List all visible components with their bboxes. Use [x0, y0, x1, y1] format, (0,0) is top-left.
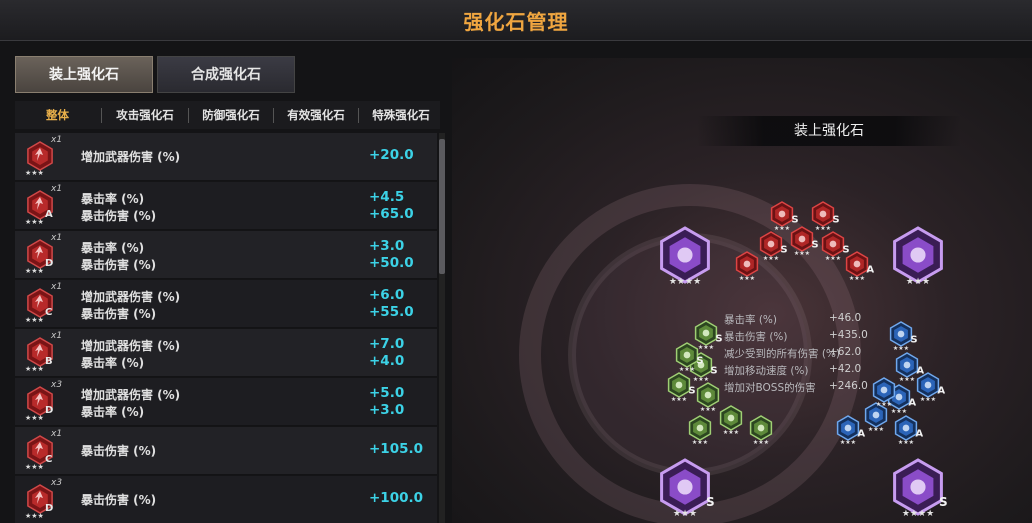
stat-value: +3.0: [369, 402, 405, 418]
stone-grade: A: [45, 209, 53, 220]
stone-quantity: x1: [51, 184, 63, 194]
stat-value: +5.0: [369, 385, 405, 401]
stone-row[interactable]: x1 D ★★★ 暴击率 (%) +3.0 暴击伤害 (%) +50.0: [15, 231, 437, 279]
summary-stat-name: 暴击率 (%): [724, 314, 778, 326]
stone-quantity: x1: [51, 429, 63, 439]
stat-name: 暴击伤害 (%): [81, 493, 157, 507]
summary-stat-value: +42.0: [829, 363, 862, 375]
subtab-attack[interactable]: 攻击强化石: [103, 101, 187, 129]
stat-name: 暴击伤害 (%): [81, 307, 157, 321]
stone-stars: ★★★: [25, 316, 44, 324]
stat-name: 暴击伤害 (%): [81, 258, 157, 272]
stone-list: x1 ★★★ 增加武器伤害 (%) +20.0 x1 A ★★★ 暴击率 (%) +4.5 暴击伤…: [15, 133, 437, 523]
stone-stars: ★★★: [25, 463, 44, 471]
stone-grade: C: [45, 454, 53, 465]
stone-quantity: x1: [51, 282, 63, 292]
stat-value: +20.0: [369, 147, 414, 163]
stat-value: +4.0: [369, 353, 405, 369]
stone-stars: ★★★: [25, 169, 44, 177]
title-bar: 强化石管理: [0, 0, 1032, 41]
stone-row[interactable]: x1 ★★★ 增加武器伤害 (%) +20.0: [15, 133, 437, 181]
stat-value: +100.0: [369, 490, 424, 506]
stone-row[interactable]: x3 D ★★★ 增加武器伤害 (%) +5.0 暴击率 (%) +3.0: [15, 378, 437, 426]
stone-quantity: x1: [51, 331, 63, 341]
stat-value: +50.0: [369, 255, 414, 271]
stone-stars: ★★★: [25, 267, 44, 275]
subtab-all[interactable]: 整体: [15, 101, 100, 129]
stat-name: 增加武器伤害 (%): [81, 339, 181, 353]
stone-quantity: x1: [51, 135, 63, 145]
stone-quantity: x3: [51, 380, 63, 390]
summary-stat-value: +46.0: [829, 312, 862, 324]
stone-row[interactable]: x1 C ★★★ 增加武器伤害 (%) +6.0 暴击伤害 (%) +55.0: [15, 280, 437, 328]
window-title: 强化石管理: [463, 10, 569, 34]
summary-stat-value: +246.0: [829, 380, 868, 392]
stone-grade: C: [45, 307, 53, 318]
stone-row[interactable]: x1 B ★★★ 增加武器伤害 (%) +7.0 暴击率 (%) +4.0: [15, 329, 437, 377]
stat-name: 暴击率 (%): [81, 356, 145, 370]
stat-name: 增加武器伤害 (%): [81, 150, 181, 164]
subtab-defense[interactable]: 防御强化石: [189, 101, 273, 129]
stone-row[interactable]: x1 A ★★★ 暴击率 (%) +4.5 暴击伤害 (%) +65.0: [15, 182, 437, 230]
tab-combine-stones[interactable]: 合成强化石: [157, 56, 295, 93]
stat-value: +6.0: [369, 287, 405, 303]
stone-grade: D: [45, 405, 54, 416]
stone-row[interactable]: x1 C ★★★ 暴击伤害 (%) +105.0: [15, 427, 437, 475]
stat-value: +65.0: [369, 206, 414, 222]
stone-stars: ★★★: [25, 414, 44, 422]
stat-name: 暴击率 (%): [81, 241, 145, 255]
stone-stars: ★★★: [25, 365, 44, 373]
tab-equip-stones[interactable]: 装上强化石: [15, 56, 153, 93]
stat-name: 暴击率 (%): [81, 192, 145, 206]
stone-stars: ★★★: [25, 218, 44, 226]
stat-value: +105.0: [369, 441, 424, 457]
stone-row[interactable]: x3 D ★★★ 暴击伤害 (%) +100.0: [15, 476, 437, 523]
stone-grade: D: [45, 258, 54, 269]
stone-grade: B: [45, 356, 53, 367]
stat-name: 增加武器伤害 (%): [81, 290, 181, 304]
subtab-special[interactable]: 特殊强化石: [359, 101, 443, 129]
stat-name: 暴击率 (%): [81, 405, 145, 419]
panel-title: 装上强化石: [697, 116, 961, 146]
summary-stat-name: 减少受到的所有伤害 (%): [724, 348, 841, 360]
subtab-utility[interactable]: 有效强化石: [274, 101, 358, 129]
summary-stat-value: +62.0: [829, 346, 862, 358]
list-scrollbar[interactable]: [439, 133, 445, 523]
stat-value: +3.0: [369, 238, 405, 254]
category-subtabs: 整体 攻击强化石 防御强化石 有效强化石 特殊强化石: [15, 101, 440, 129]
stat-name: 暴击伤害 (%): [81, 444, 157, 458]
scrollbar-thumb[interactable]: [439, 139, 445, 274]
summary-stat-name: 增加对BOSS的伤害: [724, 382, 816, 394]
stat-name: 增加武器伤害 (%): [81, 388, 181, 402]
summary-stat-name: 增加移动速度 (%): [724, 365, 809, 377]
stone-quantity: x3: [51, 478, 63, 488]
stat-name: 暴击伤害 (%): [81, 209, 157, 223]
stone-stars: ★★★: [25, 512, 44, 520]
stat-value: +7.0: [369, 336, 405, 352]
summary-stat-value: +435.0: [829, 329, 868, 341]
stone-quantity: x1: [51, 233, 63, 243]
stone-grade: D: [45, 503, 54, 514]
stat-value: +55.0: [369, 304, 414, 320]
summary-stat-name: 暴击伤害 (%): [724, 331, 788, 343]
subtab-divider: [101, 108, 102, 123]
stat-value: +4.5: [369, 189, 405, 205]
